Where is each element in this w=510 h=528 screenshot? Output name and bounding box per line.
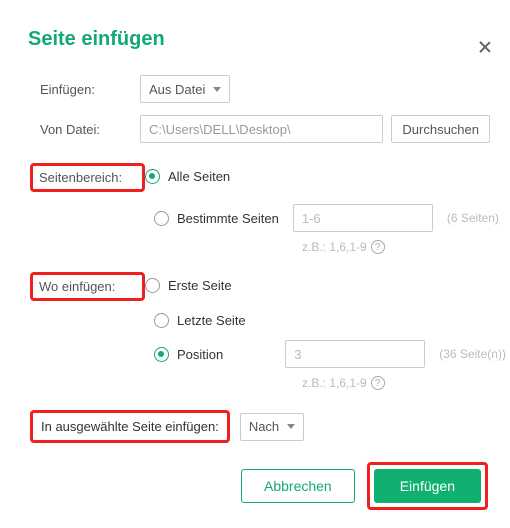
ok-button-highlight: Einfügen [367, 462, 488, 510]
page-range-options: Bestimmte Seiten (6 Seiten) z.B.: 1,6,1-… [154, 198, 510, 260]
specific-pages-count: (6 Seiten) [447, 211, 499, 225]
dialog-title: Seite einfügen [28, 28, 510, 51]
select-direction[interactable]: Nach [240, 413, 304, 441]
radio-last-page-label: Letzte Seite [177, 313, 246, 328]
where-hint: z.B.: 1,6,1-9 ? [302, 374, 510, 396]
radio-all-pages-row[interactable]: Alle Seiten [145, 163, 230, 190]
radio-all-pages-label: Alle Seiten [168, 169, 230, 184]
select-insert-mode-value: Aus Datei [149, 82, 205, 97]
row-insert-mode: Einfügen: Aus Datei [0, 69, 510, 109]
select-direction-value: Nach [249, 419, 279, 434]
row-where: Wo einfügen: Erste Seite [0, 266, 510, 307]
chevron-down-icon [287, 424, 295, 429]
position-count: (36 Seite(n)) [439, 347, 506, 361]
row-direction: In ausgewählte Seite einfügen: Nach [30, 410, 510, 443]
chevron-down-icon [213, 87, 221, 92]
radio-position-label: Position [177, 347, 223, 362]
label-where: Wo einfügen: [30, 272, 145, 301]
radio-all-pages[interactable] [145, 169, 160, 184]
cancel-button[interactable]: Abbrechen [241, 469, 355, 503]
where-options: Letzte Seite Position (36 Seite(n)) z.B.… [154, 307, 510, 396]
close-icon[interactable] [478, 40, 492, 54]
label-insert: Einfügen: [40, 82, 140, 97]
radio-specific-pages[interactable] [154, 211, 169, 226]
radio-first-page-label: Erste Seite [168, 278, 232, 293]
ok-button[interactable]: Einfügen [374, 469, 481, 503]
radio-position[interactable] [154, 347, 169, 362]
radio-specific-pages-label: Bestimmte Seiten [177, 211, 279, 226]
dialog-footer: Abbrechen Einfügen [241, 462, 488, 510]
position-input[interactable] [285, 340, 425, 368]
radio-specific-pages-row[interactable]: Bestimmte Seiten (6 Seiten) [154, 198, 510, 238]
row-page-range: Seitenbereich: Alle Seiten [0, 157, 510, 198]
radio-first-page-row[interactable]: Erste Seite [145, 272, 232, 299]
file-path-input[interactable] [140, 115, 383, 143]
label-from-file: Von Datei: [40, 122, 140, 137]
specific-pages-input[interactable] [293, 204, 433, 232]
page-range-hint: z.B.: 1,6,1-9 ? [302, 238, 510, 260]
help-icon[interactable]: ? [371, 376, 385, 390]
row-from-file: Von Datei: Durchsuchen [0, 109, 510, 149]
radio-first-page[interactable] [145, 278, 160, 293]
radio-position-row[interactable]: Position (36 Seite(n)) [154, 334, 510, 374]
radio-last-page[interactable] [154, 313, 169, 328]
label-direction: In ausgewählte Seite einfügen: [30, 410, 230, 443]
label-page-range: Seitenbereich: [30, 163, 145, 192]
help-icon[interactable]: ? [371, 240, 385, 254]
select-insert-mode[interactable]: Aus Datei [140, 75, 230, 103]
browse-button[interactable]: Durchsuchen [391, 115, 490, 143]
radio-last-page-row[interactable]: Letzte Seite [154, 307, 510, 334]
